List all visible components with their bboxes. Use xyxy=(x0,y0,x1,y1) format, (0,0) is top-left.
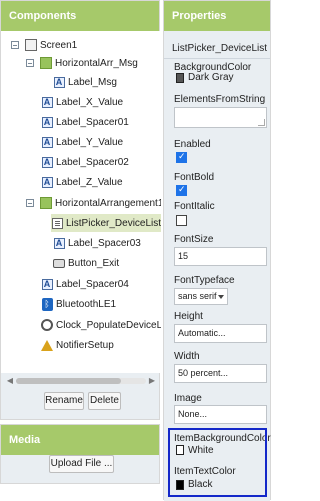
font-size-label: FontSize xyxy=(174,234,214,245)
tree-item-label: Label_Z_Value xyxy=(56,176,123,188)
tree-item-label-x-value[interactable]: A Label_X_Value xyxy=(41,93,123,111)
height-label: Height xyxy=(174,311,203,322)
collapse-toggle-icon[interactable] xyxy=(26,59,34,67)
tree-item-label: Label_Spacer04 xyxy=(56,278,129,290)
scroll-track[interactable] xyxy=(16,378,146,384)
tree-item-button-exit[interactable]: Button_Exit xyxy=(53,254,119,272)
tree-item-label: Label_Spacer03 xyxy=(68,237,141,249)
label-icon: A xyxy=(41,136,53,148)
tree-item-label: BluetoothLE1 xyxy=(56,298,117,310)
tree-item-label: HorizontalArrangement1 xyxy=(55,197,161,209)
tree-item-label-y-value[interactable]: A Label_Y_Value xyxy=(41,133,123,151)
font-typeface-label: FontTypeface xyxy=(174,275,235,286)
properties-panel: Properties ListPicker_DeviceList Backgro… xyxy=(163,0,271,501)
image-label: Image xyxy=(174,393,202,404)
scroll-right-icon[interactable]: ▶ xyxy=(148,376,156,386)
label-icon: A xyxy=(41,156,53,168)
font-italic-checkbox[interactable] xyxy=(176,215,187,226)
properties-content: ListPicker_DeviceList BackgroundColor Da… xyxy=(164,31,271,501)
label-icon: A xyxy=(41,176,53,188)
tree-item-label: Label_Msg xyxy=(68,76,117,88)
media-panel: Media Upload File ... xyxy=(0,424,160,484)
horizontal-arrangement-icon xyxy=(40,57,52,69)
scroll-left-icon[interactable]: ◀ xyxy=(6,376,14,386)
tree-item-label: Label_Spacer02 xyxy=(56,156,129,168)
media-header: Media xyxy=(1,425,159,455)
collapse-toggle-icon[interactable] xyxy=(11,41,19,49)
tree-item-label: ListPicker_DeviceList xyxy=(66,217,161,229)
font-italic-label: FontItalic xyxy=(174,201,215,212)
tree-item-horizontalarrangement1[interactable]: HorizontalArrangement1 xyxy=(26,194,161,212)
tree-item-listpicker-devicelist[interactable]: ListPicker_DeviceList xyxy=(51,214,161,232)
tree-item-label: Clock_PopulateDeviceList xyxy=(56,319,161,331)
button-icon xyxy=(53,257,65,269)
width-label: Width xyxy=(174,351,200,362)
tree-item-label-z-value[interactable]: A Label_Z_Value xyxy=(41,173,123,191)
clock-icon xyxy=(41,319,53,331)
font-typeface-value: sans serif xyxy=(178,291,217,301)
height-input[interactable]: Automatic... xyxy=(174,324,267,343)
horizontal-scrollbar[interactable]: ◀ ▶ xyxy=(6,376,156,386)
label-icon: A xyxy=(53,237,65,249)
label-icon: A xyxy=(53,76,65,88)
screen-icon xyxy=(25,39,37,51)
horizontal-arrangement-icon xyxy=(40,197,52,209)
tree-item-bluetoothle1[interactable]: ᛒ BluetoothLE1 xyxy=(41,295,116,313)
tree-item-label: NotifierSetup xyxy=(56,339,114,351)
properties-header: Properties xyxy=(164,1,270,31)
delete-button[interactable]: Delete xyxy=(88,392,121,410)
scroll-thumb[interactable] xyxy=(16,378,121,384)
tree-item-notifiersetup[interactable]: NotifierSetup xyxy=(41,336,114,354)
font-size-input[interactable]: 15 xyxy=(174,247,267,266)
label-icon: A xyxy=(41,278,53,290)
tree-item-clock-populatedevicelist[interactable]: Clock_PopulateDeviceList xyxy=(41,316,161,334)
elements-from-string-input[interactable] xyxy=(174,107,267,128)
background-color-value[interactable]: Dark Gray xyxy=(188,72,234,83)
dropdown-caret-icon xyxy=(218,295,224,299)
tree-item-label-spacer02[interactable]: A Label_Spacer02 xyxy=(41,153,129,171)
component-tree: Screen1 HorizontalArr_Msg A Label_Msg A … xyxy=(1,31,161,373)
tree-item-label-spacer03[interactable]: A Label_Spacer03 xyxy=(53,234,141,252)
collapse-toggle-icon[interactable] xyxy=(26,199,34,207)
components-panel: Components Screen1 HorizontalArr_Msg A L… xyxy=(0,0,161,420)
tree-item-horizontalarr-msg[interactable]: HorizontalArr_Msg xyxy=(26,54,138,72)
tree-item-label: HorizontalArr_Msg xyxy=(55,57,138,69)
tree-item-label-spacer01[interactable]: A Label_Spacer01 xyxy=(41,113,129,131)
list-picker-icon xyxy=(51,217,63,229)
upload-file-button[interactable]: Upload File ... xyxy=(49,455,114,473)
background-color-swatch-icon[interactable] xyxy=(176,73,184,83)
tree-item-label: Screen1 xyxy=(40,39,78,51)
resize-grip-icon[interactable] xyxy=(258,119,265,126)
tree-item-label: Button_Exit xyxy=(68,257,120,269)
tree-item-label: Label_Spacer01 xyxy=(56,116,129,128)
bluetooth-icon: ᛒ xyxy=(41,297,53,311)
tree-item-label: Label_Y_Value xyxy=(56,136,124,148)
font-bold-label: FontBold xyxy=(174,172,215,183)
tree-item-label-msg[interactable]: A Label_Msg xyxy=(53,73,117,91)
notifier-icon xyxy=(41,339,53,351)
label-icon: A xyxy=(41,116,53,128)
font-bold-checkbox[interactable] xyxy=(176,184,187,196)
label-icon: A xyxy=(41,96,53,108)
components-header: Components xyxy=(1,1,159,31)
enabled-label: Enabled xyxy=(174,139,211,150)
font-typeface-select[interactable]: sans serif xyxy=(174,288,228,305)
highlight-box xyxy=(168,428,267,497)
tree-item-label: Label_X_Value xyxy=(56,96,124,108)
selected-component-name: ListPicker_DeviceList xyxy=(164,39,270,59)
image-input[interactable]: None... xyxy=(174,405,267,424)
tree-item-label-spacer04[interactable]: A Label_Spacer04 xyxy=(41,275,129,293)
enabled-checkbox[interactable] xyxy=(176,151,187,163)
elements-from-string-label: ElementsFromString xyxy=(174,94,266,105)
tree-item-screen1[interactable]: Screen1 xyxy=(11,36,77,54)
width-input[interactable]: 50 percent... xyxy=(174,364,267,383)
rename-button[interactable]: Rename xyxy=(44,392,84,410)
